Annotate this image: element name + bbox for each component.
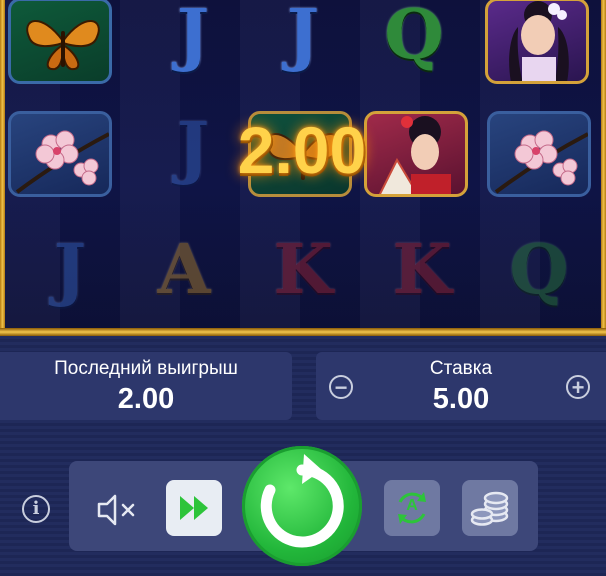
turbo-button[interactable] bbox=[166, 480, 222, 536]
symbol-j: J bbox=[53, 230, 87, 310]
last-win-panel: Последний выигрыш 2.00 bbox=[0, 352, 292, 420]
mute-button[interactable] bbox=[93, 490, 141, 530]
bet-coins-button[interactable] bbox=[462, 480, 518, 536]
symbol-j: J bbox=[176, 0, 210, 75]
butterfly-symbol bbox=[8, 0, 112, 84]
bet-increase-button[interactable]: + bbox=[566, 375, 590, 399]
coin-stack-icon bbox=[470, 491, 509, 526]
spin-arrow-icon bbox=[260, 454, 344, 548]
bet-value: 5.00 bbox=[432, 383, 490, 415]
symbol-j: J bbox=[286, 0, 320, 75]
reels-area: J J Q J J A K K Q 2.00 bbox=[0, 0, 606, 336]
spin-button[interactable] bbox=[242, 446, 362, 566]
butterfly-icon bbox=[26, 20, 100, 71]
geisha-portrait-icon bbox=[509, 1, 569, 81]
symbol-a: A bbox=[157, 230, 211, 310]
bet-panel: − Ставка 5.00 + bbox=[316, 352, 606, 420]
symbol-k: K bbox=[273, 230, 333, 310]
reel-frame-right bbox=[601, 0, 606, 336]
cherry-blossom-icon bbox=[494, 130, 588, 194]
cherry-blossom-symbol bbox=[487, 111, 591, 197]
speaker-muted-icon bbox=[97, 494, 135, 526]
autoplay-button[interactable]: A bbox=[384, 480, 440, 536]
bet-label: Ставка bbox=[429, 358, 493, 379]
symbol-q: Q bbox=[384, 0, 444, 75]
reel-frame-bottom bbox=[0, 328, 606, 336]
symbol-k: K bbox=[392, 230, 452, 310]
cherry-blossom-symbol bbox=[8, 111, 112, 197]
info-button[interactable]: i bbox=[22, 495, 50, 523]
win-amount-popup: 2.00 bbox=[237, 113, 367, 187]
reel-frame-left bbox=[0, 0, 5, 336]
last-win-label: Последний выигрыш bbox=[54, 358, 238, 379]
fast-forward-icon bbox=[180, 496, 208, 520]
symbol-q: Q bbox=[509, 230, 569, 310]
geisha-portrait-symbol bbox=[485, 0, 589, 84]
last-win-value: 2.00 bbox=[117, 383, 175, 415]
cherry-blossom-icon bbox=[15, 130, 109, 194]
autoplay-letter: A bbox=[406, 497, 418, 514]
